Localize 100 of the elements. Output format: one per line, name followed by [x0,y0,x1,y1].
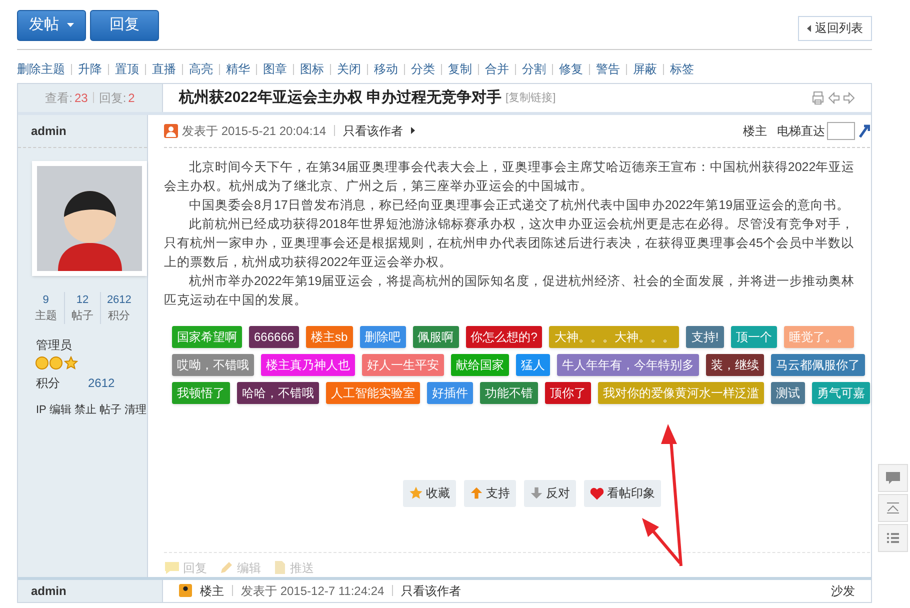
impression-tag[interactable]: 顶一个 [730,326,777,348]
moderation-link[interactable]: 屏蔽 [633,60,657,78]
caret-icon [67,23,74,27]
admin-link[interactable]: 禁止 [74,402,96,418]
stat-label: 帖子 [72,308,94,324]
impression-tag[interactable]: 哎呦，不错哦 [172,354,254,376]
list-button[interactable] [878,524,908,552]
post-action-button[interactable]: 反对 [524,480,576,507]
heart-icon [590,486,604,500]
post-paragraph: 北京时间今天下午，在第34届亚奥理事会代表大会上，亚奥理事会主席艾哈迈德亲王宣布：中国杭州获得2022年亚运会主办权。杭州成为了继北京、广州之后，第三座举办亚运会的中国城市。 [164,158,856,195]
impression-tag[interactable]: 顶你了 [545,382,591,404]
print-icon[interactable] [811,90,825,105]
impression-tag[interactable]: 勇气可嘉 [812,382,870,404]
impression-tag[interactable]: 人工智能实验室 [326,382,420,404]
moderation-link[interactable]: 分割 [522,60,546,78]
back-to-list-button[interactable]: 返回列表 [798,16,872,40]
user-group: 管理员 [36,336,147,354]
moderation-link[interactable]: 精华 [226,60,250,78]
moderation-link[interactable]: 删除主题 [17,60,65,78]
views-label: 查看: [45,90,72,107]
impression-tag[interactable]: 测试 [771,382,805,404]
moderation-link[interactable]: 关闭 [337,60,361,78]
admin-link[interactable]: 帖子 [99,402,122,418]
impression-tag[interactable]: 马云都佩服你了 [771,354,865,376]
stat-value[interactable]: 9 [42,292,49,308]
impression-tag[interactable]: 楼主sb [306,326,353,348]
replies-label: 回复: [98,90,126,107]
points-value: 2612 [88,374,115,392]
stat-value[interactable]: 12 [76,292,89,308]
speech-bubble-icon [885,471,901,485]
post-date: 发表于 2015-5-21 20:04:14 [182,122,326,140]
moderation-link[interactable]: 标签 [670,60,694,78]
post-action-button[interactable]: 收藏 [403,480,456,507]
moderation-link[interactable]: 修复 [559,60,583,78]
jump-label: 电梯直达 [777,122,825,140]
post-paragraph: 此前杭州已经成功获得2018年世界短池游泳锦标赛承办权，这次申办亚运会杭州更是志在必得。尽管没有竞争对手，只有杭州一家申办，亚奥理事会还是根据规则，在杭州申办代表团陈述后进行表决，在获得亚奥理事会45个会员中半数以上的票数后，杭州成功获得2022年亚运会举办权。 [164,216,855,271]
admin-link[interactable]: 编辑 [49,402,72,418]
rank-icons [35,356,79,370]
impression-tag[interactable]: 装，继续 [706,354,764,376]
back-to-top-button[interactable] [878,494,908,522]
floor-label: 楼主 [743,122,767,140]
speech-bubble-icon [164,560,180,575]
impression-tag[interactable]: 献给国家 [451,354,509,376]
replies-count: 2 [128,90,135,107]
moderation-link[interactable]: 升降 [78,60,102,78]
stat-value[interactable]: 2612 [106,292,132,308]
impression-tag[interactable]: 哈哈，不错哦 [237,382,319,404]
toolbar-button[interactable]: 发帖 [17,10,86,40]
left-arrow-icon[interactable] [828,92,840,104]
moderation-link[interactable]: 警告 [596,60,620,78]
moderation-link[interactable]: 移动 [374,60,398,78]
pencil-icon [219,560,234,576]
views-count: 23 [74,90,88,107]
only-author-link[interactable]: 只看该作者 [343,122,404,140]
post-action-button[interactable]: 支持 [464,480,516,507]
toolbar-button[interactable]: 回复 [90,10,159,40]
moderation-link[interactable]: 复制 [448,60,472,78]
impression-tag[interactable]: 支持! [686,326,724,348]
chat-button[interactable] [878,464,908,492]
moderation-link[interactable]: 图章 [263,60,287,78]
left-triangle-icon [807,24,811,32]
impression-tag[interactable]: 楼主真乃神人也 [261,354,355,376]
moderation-link[interactable]: 合并 [485,60,509,78]
document-icon [273,560,287,576]
stat-label: 积分 [108,308,130,324]
only-author-link[interactable]: 只看该作者 [401,582,462,600]
down-arrow-icon [530,486,543,500]
post-paragraph: 中国奥委会8月17日曾发布消息，称已经向亚奥理事会正式递交了杭州代表中国申办2022年第19届亚运会的意向书。 [188,196,851,214]
impression-tag[interactable]: 你怎么想的? [466,326,542,348]
right-triangle-icon [411,127,416,134]
floor-input[interactable] [827,122,855,140]
impression-tag[interactable]: 好插件 [427,382,473,404]
impression-tag[interactable]: 666666 [249,326,300,348]
list-icon [886,532,900,544]
floor-position: 沙发 [831,582,855,600]
moderation-link[interactable]: 高亮 [189,60,213,78]
impression-tag[interactable]: 国家希望啊 [172,326,242,348]
moderation-link[interactable]: 置顶 [115,60,139,78]
right-arrow-icon[interactable] [843,92,855,104]
stat-label: 主题 [34,308,57,324]
impression-tag[interactable]: 我顿悟了 [172,382,230,404]
post-date: 发表于 2015-12-7 11:24:24 [241,582,384,600]
impression-tag[interactable]: 猛人 [516,354,550,376]
admin-link[interactable]: 清理 [124,402,146,418]
impression-tag[interactable]: 牛人年年有，今年特别多 [557,354,699,376]
post-paragraph: 杭州市举办2022年第19届亚运会，将提高杭州的国际知名度，促进杭州经济、社会的全面发展，并将进一步推动奥林匹克运动在中国的发展。 [164,272,856,309]
moderation-link[interactable]: 分类 [411,60,435,78]
admin-link[interactable]: IP [36,402,46,418]
impression-tag[interactable]: 佩服啊 [412,326,459,348]
post-action-button[interactable]: 看帖印象 [584,480,661,507]
star-icon [409,486,423,500]
moderation-link[interactable]: 图标 [300,60,324,78]
points-label: 积分 [36,374,61,392]
author-name[interactable]: admin [31,122,66,140]
thread-title: 杭州获2022年亚运会主办权 申办过程无竞争对手 [179,88,502,108]
up-arrow-icon [470,486,483,500]
up-chevron-icon [886,502,900,514]
moderation-link[interactable]: 直播 [152,60,176,78]
impression-tag[interactable]: 删除吧 [360,326,406,348]
impression-tag[interactable]: 功能不错 [480,382,538,404]
